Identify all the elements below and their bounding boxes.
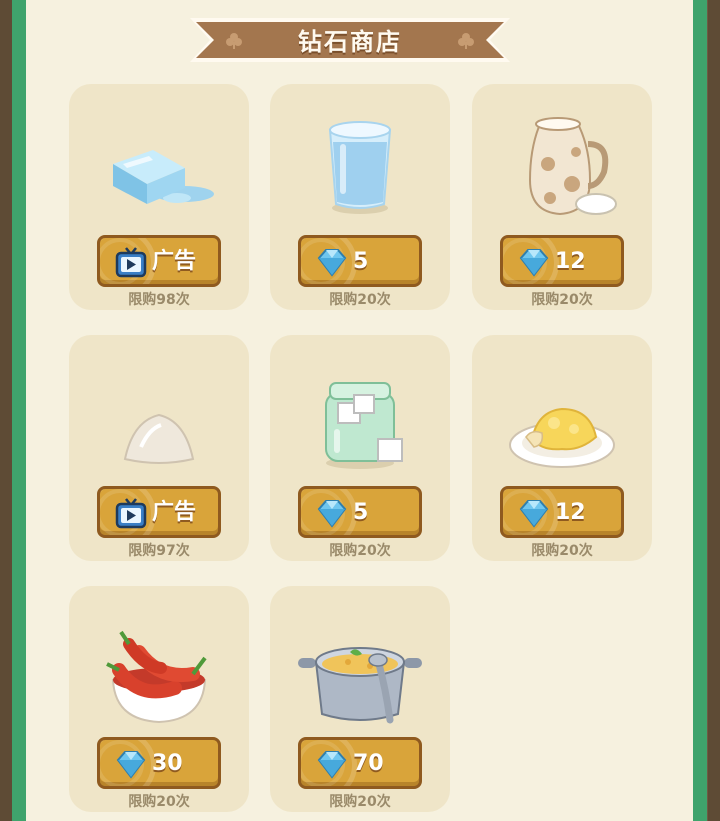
buy-button[interactable]: 30 <box>97 737 221 789</box>
scrambled-egg-plate-icon <box>509 407 615 468</box>
shop-item-water[interactable]: 5 限购20次 <box>270 84 450 310</box>
background-left <box>0 0 12 821</box>
diamond-icon <box>519 249 549 277</box>
shop-item-ice[interactable]: 广告 限购98次 <box>69 84 249 310</box>
purchase-limit: 限购20次 <box>531 543 593 559</box>
buy-button[interactable]: 12 <box>500 235 624 287</box>
buy-button[interactable]: 70 <box>298 737 422 789</box>
buy-button[interactable]: 5 <box>298 235 422 287</box>
shop-item-sugar[interactable]: 5 限购20次 <box>270 335 450 561</box>
diamond-icon <box>317 249 347 277</box>
tv-ad-icon <box>115 498 147 529</box>
price-label: 70 <box>353 751 384 776</box>
title-ribbon: 钻石商店 <box>190 12 510 66</box>
diamond-icon <box>317 751 347 779</box>
chili-pepper-bowl-icon <box>106 630 207 724</box>
water-glass-icon <box>328 121 392 214</box>
purchase-limit: 限购20次 <box>329 794 391 810</box>
diamond-icon <box>116 751 146 779</box>
purchase-limit: 限购20次 <box>329 292 391 308</box>
sugar-jar-icon <box>325 382 403 469</box>
shop-item-chili-pepper[interactable]: 30 限购20次 <box>69 586 249 812</box>
shop-item-flour[interactable]: 广告 限购97次 <box>69 335 249 561</box>
diamond-icon <box>317 500 347 528</box>
shop-item-scrambled-egg[interactable]: 12 限购20次 <box>472 335 652 561</box>
price-label: 30 <box>152 751 183 776</box>
purchase-limit: 限购20次 <box>128 794 190 810</box>
diamond-icon <box>519 500 549 528</box>
price-label: 5 <box>353 500 369 525</box>
purchase-limit: 限购20次 <box>329 543 391 559</box>
purchase-limit: 限购98次 <box>128 292 190 308</box>
buy-button[interactable]: 12 <box>500 486 624 538</box>
shop-title: 钻石商店 <box>298 28 402 56</box>
price-label: 广告 <box>152 500 197 525</box>
buy-button[interactable]: 广告 <box>97 486 221 538</box>
flour-pile-icon <box>123 413 195 464</box>
purchase-limit: 限购20次 <box>531 292 593 308</box>
buy-button[interactable]: 广告 <box>97 235 221 287</box>
ice-cube-icon <box>113 150 214 204</box>
price-label: 5 <box>353 249 369 274</box>
purchase-limit: 限购97次 <box>128 543 190 559</box>
price-label: 广告 <box>152 249 197 274</box>
soup-pot-icon <box>298 647 422 724</box>
milk-jug-icon <box>528 117 617 216</box>
shop-item-soup-pot[interactable]: 70 限购20次 <box>270 586 450 812</box>
tv-ad-icon <box>115 247 147 278</box>
price-label: 12 <box>555 500 586 525</box>
background-right <box>708 0 720 821</box>
price-label: 12 <box>555 249 586 274</box>
buy-button[interactable]: 5 <box>298 486 422 538</box>
shop-item-milk[interactable]: 12 限购20次 <box>472 84 652 310</box>
